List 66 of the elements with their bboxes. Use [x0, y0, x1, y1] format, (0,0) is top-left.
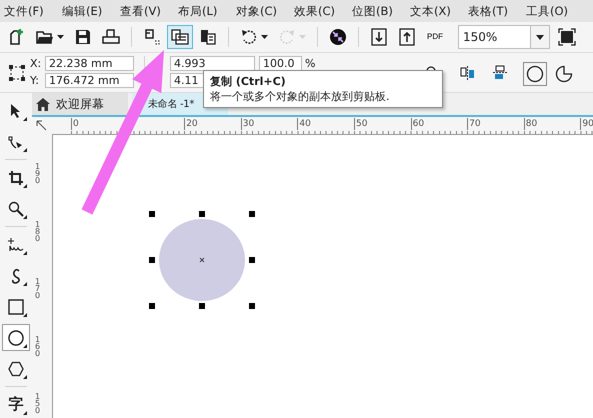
rectangle-icon: [8, 298, 24, 314]
caret-icon: [261, 34, 268, 40]
folder-icon: [36, 28, 54, 46]
corner-triangle-icon: [23, 411, 27, 415]
corner-triangle-icon: [23, 184, 27, 188]
menu-item[interactable]: 布局(L): [178, 4, 236, 18]
align-icon[interactable]: [460, 65, 476, 81]
copy-icon: [171, 28, 189, 46]
text-tool[interactable]: 字: [2, 391, 30, 418]
arrows-circle-icon: [329, 28, 347, 46]
node-edit-icon: [8, 134, 24, 150]
import-icon: [370, 28, 388, 46]
selected-circle-drawing[interactable]: [149, 211, 255, 309]
caret-icon: [57, 34, 64, 40]
hexagon-icon: [8, 360, 24, 376]
align-icon[interactable]: [492, 65, 508, 81]
pie-icon[interactable]: [555, 65, 573, 83]
ruler-origin-icon[interactable]: [36, 120, 48, 132]
menu-item[interactable]: 查看(V): [120, 4, 178, 18]
ellipse-tool[interactable]: [2, 324, 30, 351]
ellipse-button[interactable]: [523, 62, 547, 86]
corner-triangle-icon: [23, 117, 27, 121]
width-field[interactable]: 4.993: [170, 56, 255, 71]
home-icon: [36, 98, 50, 110]
corner-triangle-icon: [23, 251, 27, 255]
menu-item[interactable]: 编辑(E): [62, 4, 120, 18]
corner-triangle-icon: [23, 313, 27, 317]
x-label: X:: [30, 57, 42, 70]
percent-label: %: [305, 57, 316, 70]
circle-icon: [526, 65, 544, 83]
redo-icon: [278, 28, 296, 46]
full-screen-icon[interactable]: [558, 28, 576, 46]
menu-item[interactable]: 对象(C): [236, 4, 294, 18]
menu-item[interactable]: 表格(T): [468, 4, 526, 18]
undo-icon: [240, 28, 258, 46]
menu-item[interactable]: 文本(X): [410, 4, 468, 18]
vertical-ruler: 190 180 170 160 150: [32, 135, 53, 418]
horizontal-ruler: 0 20 30 40 50 60 70 80 90: [52, 117, 593, 135]
printer-icon: [102, 28, 120, 46]
y-label: Y:: [30, 74, 40, 87]
search-icon: [8, 200, 24, 216]
corner-triangle-icon: [23, 215, 27, 219]
paste-icon: [199, 28, 217, 46]
freehand-icon: [8, 236, 24, 252]
y-position-field[interactable]: 176.472 mm: [45, 73, 134, 88]
menu-item[interactable]: 工具(O): [526, 4, 584, 18]
corner-triangle-icon: [23, 375, 27, 379]
caret-icon: [299, 34, 306, 40]
circle-icon: [8, 330, 24, 346]
export-icon: [398, 28, 416, 46]
selection-handles-icon: [8, 64, 26, 82]
menu-item[interactable]: 文件(F): [4, 4, 62, 18]
menu-item[interactable]: 位图(B): [352, 4, 410, 18]
crop-icon: [8, 170, 24, 186]
corner-triangle-icon: [23, 148, 27, 152]
caret-icon: [536, 34, 544, 40]
copy-button[interactable]: [167, 25, 193, 49]
scale-field[interactable]: 100.0: [259, 56, 302, 71]
menu-item[interactable]: 效果(C): [294, 4, 352, 18]
zoom-combo[interactable]: 150%: [458, 25, 550, 49]
new-document-icon: [8, 28, 26, 46]
x-position-field[interactable]: 22.238 mm: [45, 56, 134, 71]
corner-triangle-icon: [23, 282, 27, 286]
corner-triangle-icon: [23, 344, 27, 348]
pdf-button[interactable]: PDF: [422, 25, 448, 49]
welcome-tab[interactable]: 欢迎屏幕: [32, 93, 128, 115]
